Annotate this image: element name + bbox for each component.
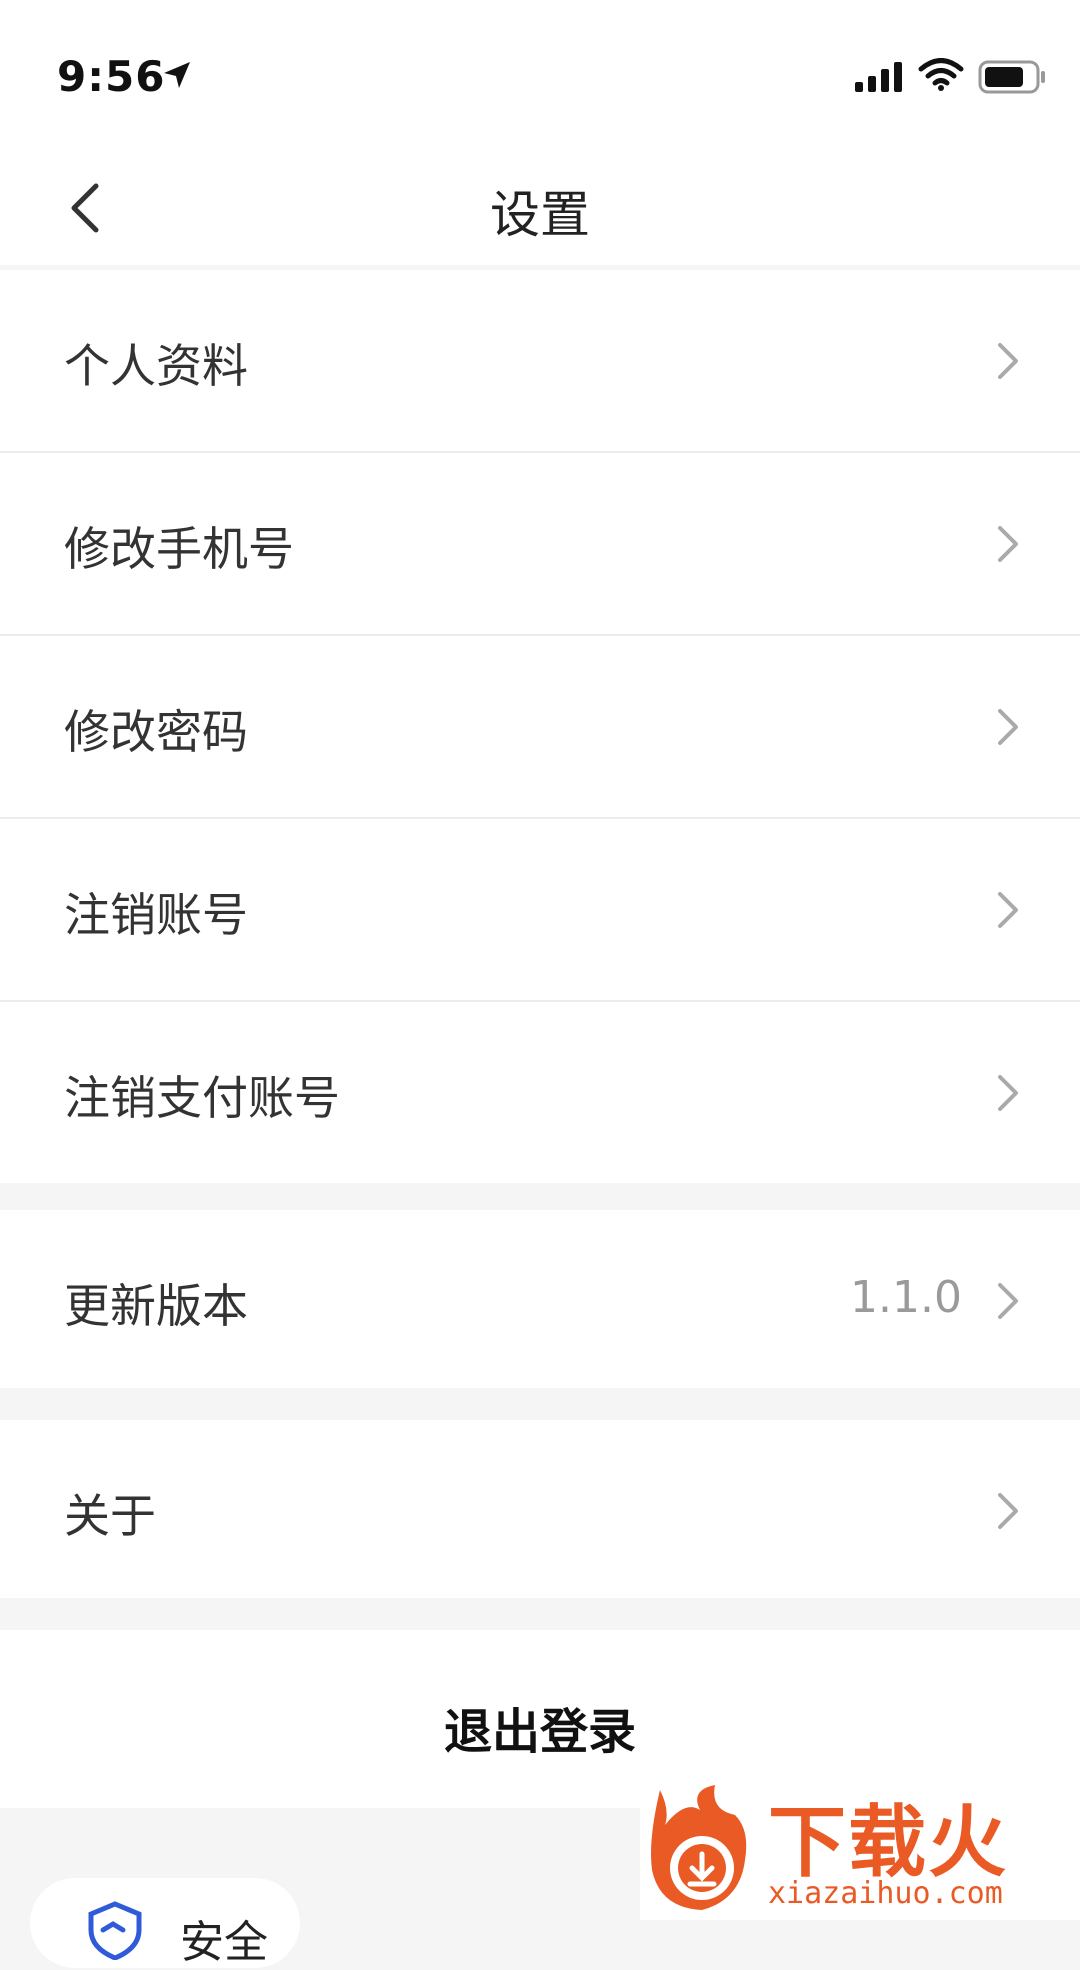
row-label: 关于: [64, 1489, 156, 1543]
watermark-url: xiazaihuo.com: [768, 1876, 1003, 1911]
pill-label: 安全: [180, 1917, 268, 1968]
settings-row-change-password[interactable]: 修改密码: [0, 636, 1080, 819]
battery-icon: [978, 60, 1048, 98]
settings-group-account: 个人资料 修改手机号 修改密码 注销账号 注销支付账号: [0, 270, 1080, 1183]
status-time: 9:56: [57, 52, 166, 101]
chevron-right-icon: [996, 707, 1020, 751]
chevron-right-icon: [996, 890, 1020, 934]
row-label: 注销支付账号: [64, 1071, 340, 1125]
status-bar: 9:56: [0, 0, 1080, 150]
settings-group-version: 更新版本 1.1.0: [0, 1210, 1080, 1388]
shield-icon: [85, 1900, 145, 1964]
row-label: 修改密码: [64, 705, 248, 759]
cellular-signal-icon: [855, 62, 905, 96]
settings-row-profile[interactable]: 个人资料: [0, 270, 1080, 453]
page-title: 设置: [490, 186, 590, 244]
version-value: 1.1.0: [850, 1272, 962, 1323]
watermark-logo: 下载火 xiazaihuo.com: [640, 1780, 1080, 1920]
row-label: 更新版本: [64, 1279, 248, 1333]
settings-row-delete-account[interactable]: 注销账号: [0, 819, 1080, 1002]
settings-row-about[interactable]: 关于: [0, 1420, 1080, 1598]
row-label: 修改手机号: [64, 522, 294, 576]
row-label: 个人资料: [64, 339, 248, 393]
location-arrow-icon: [162, 60, 192, 94]
security-pill[interactable]: 安全: [30, 1878, 300, 1968]
logout-label: 退出登录: [443, 1704, 636, 1760]
settings-group-about: 关于: [0, 1420, 1080, 1598]
chevron-right-icon: [996, 524, 1020, 568]
wifi-icon: [918, 58, 964, 96]
chevron-right-icon: [996, 1073, 1020, 1117]
settings-row-delete-payment-account[interactable]: 注销支付账号: [0, 1002, 1080, 1183]
chevron-right-icon: [996, 341, 1020, 385]
navigation-bar: 设置: [0, 150, 1080, 265]
chevron-right-icon: [996, 1491, 1020, 1535]
chevron-right-icon: [996, 1281, 1020, 1325]
settings-row-change-phone[interactable]: 修改手机号: [0, 453, 1080, 636]
flame-download-icon: [640, 1780, 765, 1924]
row-label: 注销账号: [64, 888, 248, 942]
settings-row-update-version[interactable]: 更新版本 1.1.0: [0, 1210, 1080, 1388]
